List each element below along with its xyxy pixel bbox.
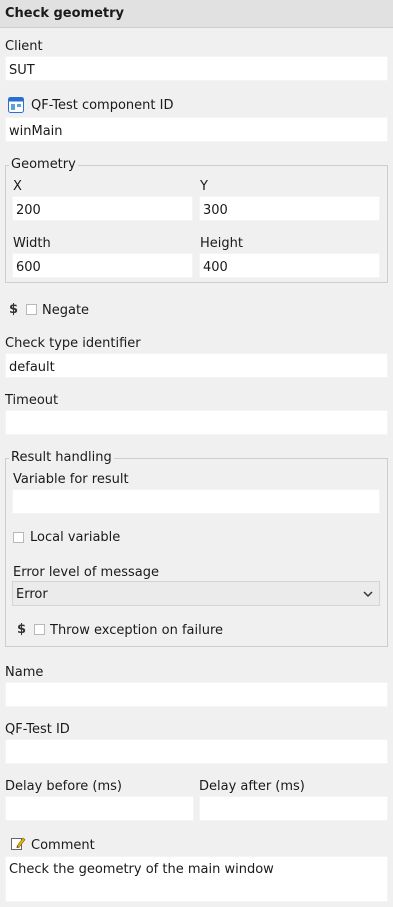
x-label: X bbox=[13, 179, 22, 194]
delay-before-label: Delay before (ms) bbox=[5, 779, 122, 794]
height-field[interactable]: 400 bbox=[199, 253, 380, 278]
node-title: Check geometry bbox=[5, 6, 125, 21]
qftest-id-label: QF-Test ID bbox=[5, 722, 70, 737]
y-label: Y bbox=[200, 179, 208, 194]
check-type-label: Check type identifier bbox=[5, 336, 141, 351]
result-handling-legend: Result handling bbox=[9, 450, 114, 465]
negate-checkbox[interactable] bbox=[26, 304, 37, 315]
negate-variable-marker: $ bbox=[9, 302, 19, 317]
width-label: Width bbox=[13, 236, 51, 251]
x-field[interactable]: 200 bbox=[12, 196, 193, 221]
local-variable-label: Local variable bbox=[30, 530, 121, 545]
node-header: Check geometry bbox=[0, 0, 393, 28]
comment-field[interactable]: Check the geometry of the main window bbox=[5, 856, 388, 902]
y-field[interactable]: 300 bbox=[199, 196, 380, 221]
delay-before-field[interactable] bbox=[5, 796, 194, 821]
variable-result-field[interactable] bbox=[12, 489, 380, 514]
check-type-field[interactable]: default bbox=[5, 353, 388, 378]
component-id-field[interactable]: winMain bbox=[5, 117, 388, 142]
timeout-field[interactable] bbox=[5, 410, 388, 435]
chevron-down-icon bbox=[363, 588, 373, 598]
variable-result-label: Variable for result bbox=[13, 472, 129, 487]
name-label: Name bbox=[5, 665, 44, 680]
delay-after-field[interactable] bbox=[199, 796, 388, 821]
component-id-label: QF-Test component ID bbox=[31, 98, 174, 113]
client-field[interactable]: SUT bbox=[5, 56, 388, 81]
error-level-value: Error bbox=[16, 587, 48, 602]
delay-after-label: Delay after (ms) bbox=[199, 779, 305, 794]
negate-label: Negate bbox=[42, 303, 90, 318]
window-component-icon bbox=[8, 97, 24, 113]
geometry-legend: Geometry bbox=[9, 157, 78, 172]
pencil-note-icon bbox=[10, 835, 26, 851]
timeout-label: Timeout bbox=[5, 393, 59, 408]
throw-exception-label: Throw exception on failure bbox=[50, 623, 224, 638]
error-level-label: Error level of message bbox=[13, 565, 159, 580]
throw-variable-marker: $ bbox=[17, 622, 27, 637]
qftest-id-field[interactable] bbox=[5, 739, 388, 764]
name-field[interactable] bbox=[5, 682, 388, 707]
throw-exception-checkbox[interactable] bbox=[34, 624, 45, 635]
width-field[interactable]: 600 bbox=[12, 253, 193, 278]
local-variable-checkbox[interactable] bbox=[13, 532, 24, 543]
error-level-select[interactable]: Error bbox=[12, 581, 380, 606]
comment-label: Comment bbox=[31, 838, 95, 853]
client-label: Client bbox=[5, 39, 43, 54]
height-label: Height bbox=[200, 236, 243, 251]
